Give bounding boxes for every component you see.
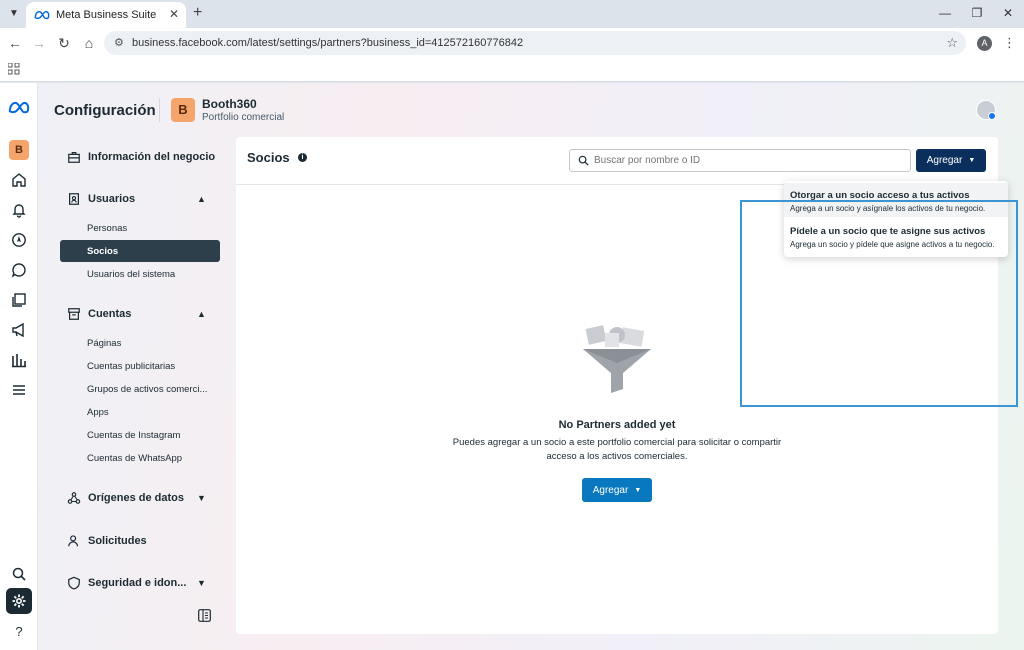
browser-toolbar: ← → ↻ ⌂ ⚙ business.facebook.com/latest/s… xyxy=(0,28,1024,58)
reload-icon[interactable]: ↻ xyxy=(55,34,73,52)
nav-accounts[interactable]: Cuentas xyxy=(67,307,131,321)
page-title: Configuración xyxy=(54,102,156,119)
nav-item-apps[interactable]: Apps xyxy=(87,407,109,418)
nav-users[interactable]: Usuarios xyxy=(67,192,135,206)
empty-state-description: Puedes agregar a un socio a este portfol… xyxy=(452,437,782,462)
nav-security[interactable]: Seguridad e idon... xyxy=(67,576,186,590)
nav-requests-label: Solicitudes xyxy=(88,535,147,547)
chevron-down-icon[interactable]: ▼ xyxy=(197,578,206,588)
partner-search-box[interactable] xyxy=(569,149,911,172)
nav-item-instagram[interactable]: Cuentas de Instagram xyxy=(87,430,180,441)
browser-profile-avatar[interactable]: A xyxy=(977,36,992,51)
user-badge-icon xyxy=(69,193,79,205)
search-icon[interactable] xyxy=(9,564,29,584)
content-icon[interactable] xyxy=(9,290,29,310)
back-icon[interactable]: ← xyxy=(6,34,24,52)
restore-icon[interactable]: ❐ xyxy=(969,5,985,21)
nav-data-sources[interactable]: Orígenes de datos xyxy=(67,491,184,505)
compass-icon[interactable] xyxy=(9,230,29,250)
close-window-icon[interactable]: ✕ xyxy=(1000,5,1016,21)
nav-data-sources-label: Orígenes de datos xyxy=(88,492,184,504)
browser-tabstrip: ▼ Meta Business Suite ✕ + — ❐ ✕ xyxy=(0,0,1024,28)
nav-item-pages[interactable]: Páginas xyxy=(87,338,121,349)
add-partner-button-label: Agregar xyxy=(926,155,963,166)
business-type: Portfolio comercial xyxy=(202,112,285,123)
info-icon[interactable]: i xyxy=(298,153,307,162)
card-header: Socios i Agregar ▼ xyxy=(236,137,998,185)
address-url[interactable]: business.facebook.com/latest/settings/pa… xyxy=(132,37,523,49)
bookmarks-bar xyxy=(0,58,1024,82)
business-name[interactable]: Booth360 xyxy=(202,97,257,111)
business-avatar[interactable]: B xyxy=(171,98,195,122)
nav-item-ad-accounts[interactable]: Cuentas publicitarias xyxy=(87,361,175,372)
address-bar[interactable]: ⚙ business.facebook.com/latest/settings/… xyxy=(104,31,966,55)
nav-item-whatsapp[interactable]: Cuentas de WhatsApp xyxy=(87,453,182,464)
business-switcher[interactable]: B xyxy=(9,140,29,160)
collapse-sidebar-icon[interactable] xyxy=(198,609,211,622)
empty-state-title: No Partners added yet xyxy=(558,419,676,431)
empty-add-button-label: Agregar xyxy=(592,484,629,496)
nav-business-info-label: Información del negocio xyxy=(88,151,216,163)
insights-chart-icon[interactable] xyxy=(9,350,29,370)
browser-menu-icon[interactable]: ⋮ xyxy=(1003,35,1016,51)
meta-logo-icon xyxy=(34,10,50,20)
nav-users-label: Usuarios xyxy=(88,193,136,205)
partner-search-input[interactable] xyxy=(594,155,894,166)
settings-gear-icon[interactable] xyxy=(6,588,32,614)
forward-icon[interactable]: → xyxy=(30,34,48,52)
tab-close-icon[interactable]: ✕ xyxy=(169,7,179,21)
apps-grid-icon[interactable] xyxy=(8,63,20,75)
search-icon xyxy=(578,155,589,166)
nav-item-system-users[interactable]: Usuarios del sistema xyxy=(87,269,175,280)
help-icon[interactable]: ? xyxy=(9,621,29,641)
person-requests-icon xyxy=(68,535,79,547)
bookmark-star-icon[interactable]: ☆ xyxy=(946,35,958,51)
nav-item-socios[interactable]: Socios xyxy=(60,240,220,262)
nav-requests[interactable]: Solicitudes xyxy=(67,534,147,548)
browser-tab[interactable]: Meta Business Suite ✕ xyxy=(26,2,186,28)
briefcase-icon xyxy=(68,152,80,163)
chevron-up-icon[interactable]: ▲ xyxy=(197,309,206,319)
highlight-box xyxy=(740,200,1018,407)
nav-security-label: Seguridad e idon... xyxy=(88,577,187,589)
empty-add-partner-button[interactable]: Agregar ▼ xyxy=(582,478,652,502)
data-sources-icon xyxy=(67,492,81,504)
header-divider xyxy=(159,98,160,122)
nav-item-personas[interactable]: Personas xyxy=(87,223,127,234)
new-tab-icon[interactable]: + xyxy=(193,4,202,22)
shield-icon xyxy=(68,576,80,590)
minimize-icon[interactable]: — xyxy=(937,5,953,21)
home-icon[interactable] xyxy=(9,170,29,190)
meta-logo-icon[interactable] xyxy=(7,97,31,117)
verified-badge-icon xyxy=(988,112,996,120)
nav-accounts-label: Cuentas xyxy=(88,308,132,320)
card-title: Socios xyxy=(247,150,290,165)
business-suite-app: B ? Configuración B Booth360 Portfolio c… xyxy=(0,83,1024,650)
chevron-up-icon[interactable]: ▲ xyxy=(197,194,206,204)
archive-box-icon xyxy=(68,308,80,320)
empty-funnel-illustration xyxy=(583,325,651,393)
tab-search-icon[interactable]: ▼ xyxy=(6,6,22,22)
nav-rail: B ? xyxy=(0,83,38,650)
chevron-down-icon[interactable]: ▼ xyxy=(197,493,206,503)
tab-title: Meta Business Suite xyxy=(56,9,157,21)
caret-down-icon: ▼ xyxy=(634,486,642,494)
nav-business-info[interactable]: Información del negocio xyxy=(67,150,215,164)
chat-bubble-icon[interactable] xyxy=(9,260,29,280)
menu-hamburger-icon[interactable] xyxy=(9,380,29,400)
site-info-icon[interactable]: ⚙ xyxy=(114,36,128,50)
nav-item-asset-groups[interactable]: Grupos de activos comerci... xyxy=(87,384,207,395)
home-icon[interactable]: ⌂ xyxy=(80,34,98,52)
megaphone-icon[interactable] xyxy=(9,320,29,340)
add-partner-button[interactable]: Agregar ▼ xyxy=(916,149,986,172)
notifications-bell-icon[interactable] xyxy=(9,200,29,220)
caret-down-icon: ▼ xyxy=(968,157,976,164)
